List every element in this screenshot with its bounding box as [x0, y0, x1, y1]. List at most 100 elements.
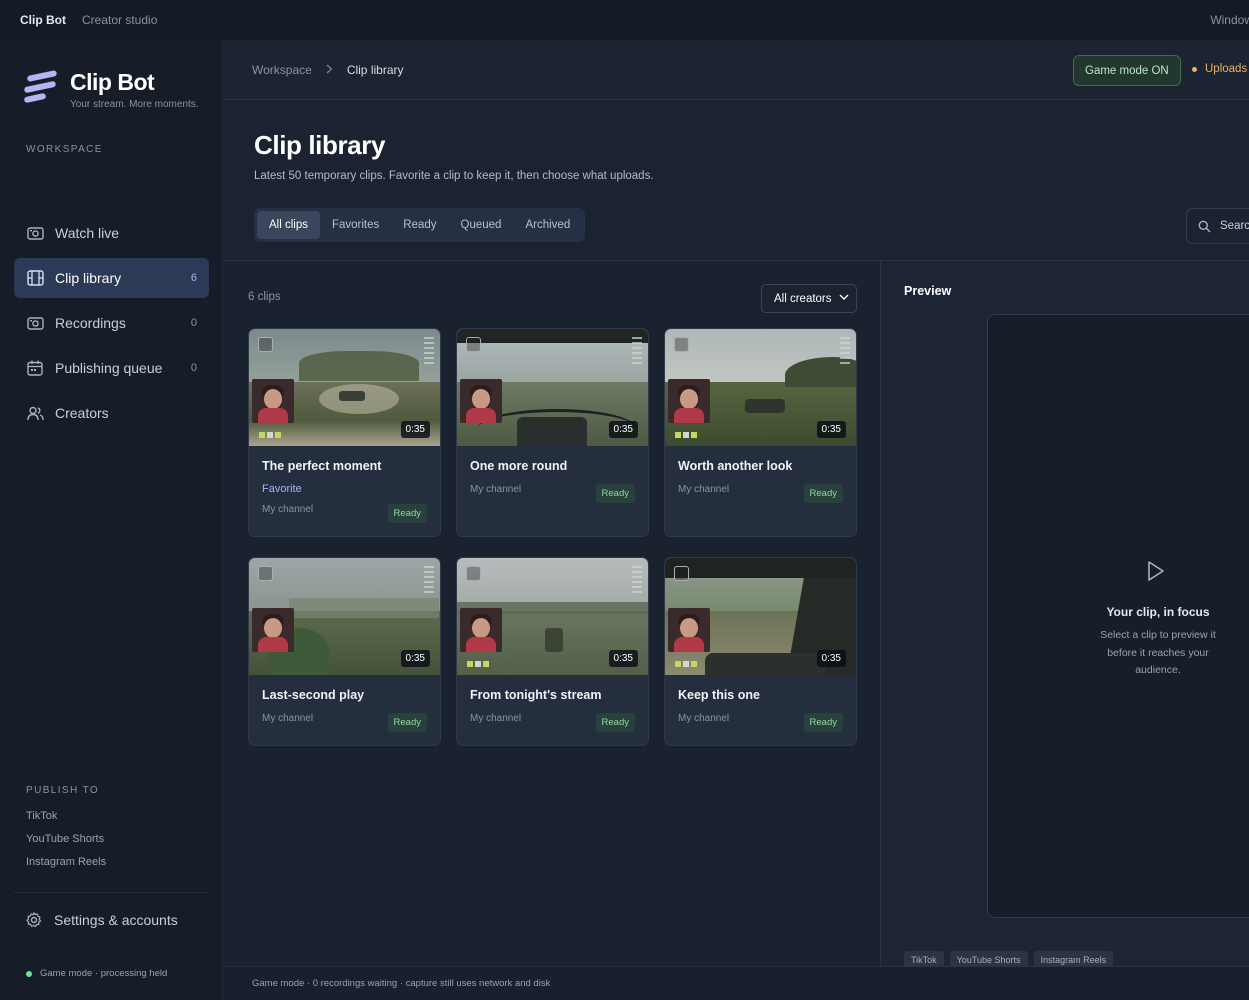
sidebar-item-label: Clip library — [55, 270, 122, 286]
sidebar-item-watch-live[interactable]: Watch live — [14, 213, 209, 253]
clip-duration: 0:35 — [816, 650, 846, 667]
clip-thumbnail[interactable]: 0:35 — [665, 329, 856, 446]
clip-select-checkbox[interactable] — [466, 566, 481, 581]
brand-name: Clip Bot — [70, 69, 155, 95]
page-title: Clip library — [254, 130, 386, 160]
publish-youtube-shorts[interactable]: YouTube Shorts — [26, 833, 106, 856]
search-placeholder: Search — [1220, 220, 1249, 232]
clips-panel: 6 clips All creators 0:35 The perfect mo… — [224, 261, 880, 966]
facecam-overlay — [460, 608, 502, 652]
clip-select-checkbox[interactable] — [258, 337, 273, 352]
publish-section-label: PUBLISH TO — [26, 785, 100, 796]
clip-channel: My channel — [678, 713, 730, 724]
brand: Clip Bot Your stream. More moments. — [23, 69, 199, 110]
clip-channel: My channel — [470, 484, 522, 495]
title-bar: Clip Bot Creator studio Window — [0, 0, 1249, 40]
status-badge: Ready — [387, 504, 427, 523]
clip-duration: 0:35 — [816, 421, 846, 438]
uploads-dot — [1192, 66, 1197, 72]
game-mode-toggle[interactable]: Game mode ON — [1073, 55, 1181, 86]
chevron-right-icon — [326, 63, 333, 77]
sidebar-item-publishing-queue[interactable]: Publishing queue 0 — [14, 348, 209, 388]
sidebar-item-label: Creators — [55, 405, 109, 421]
film-icon — [26, 269, 44, 287]
tab-favorites[interactable]: Favorites — [320, 211, 391, 239]
creator-filter-select[interactable]: All creators — [761, 284, 857, 313]
clip-select-checkbox[interactable] — [466, 337, 481, 352]
status-badge: Ready — [803, 713, 843, 732]
clip-duration: 0:35 — [400, 650, 430, 667]
sidebar: Clip Bot Your stream. More moments. WORK… — [0, 40, 223, 1000]
titlebar-subtitle: Creator studio — [82, 13, 158, 27]
clip-select-checkbox[interactable] — [674, 337, 689, 352]
sidebar-item-clip-library[interactable]: Clip library 6 — [14, 258, 209, 298]
status-badge: Ready — [803, 484, 843, 503]
clip-thumbnail[interactable]: 0:35 — [457, 329, 648, 446]
clip-card[interactable]: 0:35 Worth another look My channel Ready — [664, 328, 857, 537]
sidebar-item-label: Publishing queue — [55, 360, 163, 376]
sidebar-item-label: Recordings — [55, 315, 126, 331]
sidebar-item-count: 0 — [190, 317, 197, 329]
breadcrumb: Workspace Clip library — [252, 63, 404, 77]
calendar-icon — [26, 359, 44, 377]
top-header: Workspace Clip library Game mode ON Uplo… — [224, 40, 1249, 100]
clip-channel: My channel — [262, 713, 314, 724]
sidebar-nav: Watch live Clip library 6 Recordings 0 P… — [14, 213, 209, 438]
clip-card[interactable]: 0:35 Keep this one My channel Ready — [664, 557, 857, 746]
tab-ready[interactable]: Ready — [391, 211, 448, 239]
clip-title: Worth another look — [678, 459, 793, 473]
tab-all-clips[interactable]: All clips — [257, 211, 320, 239]
clip-select-checkbox[interactable] — [258, 566, 273, 581]
sidebar-item-count: 6 — [190, 272, 197, 284]
clip-filter-tabs: All clips Favorites Ready Queued Archive… — [254, 208, 586, 242]
sidebar-item-creators[interactable]: Creators — [14, 393, 209, 433]
sidebar-item-recordings[interactable]: Recordings 0 — [14, 303, 209, 343]
status-badge: Ready — [595, 713, 635, 732]
facecam-overlay — [252, 379, 294, 423]
tab-archived[interactable]: Archived — [513, 211, 582, 239]
clip-title: One more round — [470, 459, 568, 473]
page-subtitle: Latest 50 temporary clips. Favorite a cl… — [254, 170, 654, 182]
preview-panel: Preview Your clip, in focus Select a cli… — [880, 261, 1249, 973]
clip-channel: My channel — [262, 504, 314, 515]
clip-thumbnail[interactable]: 0:35 — [665, 558, 856, 675]
clip-thumbnail[interactable]: 0:35 — [457, 558, 648, 675]
clip-channel: My channel — [470, 713, 522, 724]
clip-card[interactable]: 0:35 The perfect moment Favorite My chan… — [248, 328, 441, 537]
clip-title: Last-second play — [262, 688, 365, 702]
clip-select-checkbox[interactable] — [674, 566, 689, 581]
play-icon[interactable] — [1146, 560, 1166, 582]
publish-tiktok[interactable]: TikTok — [26, 810, 106, 833]
clip-thumbnail[interactable]: 0:35 — [249, 558, 440, 675]
users-icon — [26, 404, 44, 422]
preview-player[interactable]: Your clip, in focus Select a clip to pre… — [987, 314, 1249, 918]
breadcrumb-clip-library: Clip library — [346, 63, 404, 77]
titlebar-window-menu[interactable]: Window — [1210, 13, 1249, 27]
clip-card[interactable]: 0:35 From tonight's stream My channel Re… — [456, 557, 649, 746]
status-badge: Ready — [387, 713, 427, 732]
sidebar-divider — [14, 892, 209, 893]
clip-title: The perfect moment — [262, 459, 382, 473]
uploads-indicator[interactable]: Uploads — [1192, 63, 1247, 75]
settings-label: Settings & accounts — [54, 912, 178, 928]
publish-instagram-reels[interactable]: Instagram Reels — [26, 856, 106, 879]
uploads-label: Uploads — [1205, 63, 1248, 75]
favorite-label[interactable]: Favorite — [262, 483, 427, 495]
clip-thumbnail[interactable]: 0:35 — [249, 329, 440, 446]
tab-queued[interactable]: Queued — [449, 211, 514, 239]
search-input[interactable]: Search — [1186, 208, 1249, 244]
status-dot — [26, 970, 32, 977]
clip-card[interactable]: 0:35 Last-second play My channel Ready — [248, 557, 441, 746]
settings-accounts-button[interactable]: Settings & accounts — [26, 912, 178, 928]
breadcrumb-workspace[interactable]: Workspace — [252, 63, 312, 77]
logo-icon — [23, 69, 58, 104]
camera-icon — [26, 224, 44, 242]
chevron-down-icon — [839, 294, 849, 301]
preview-title: Preview — [904, 284, 952, 298]
clip-card[interactable]: 0:35 One more round My channel Ready — [456, 328, 649, 537]
workspace-section-label: WORKSPACE — [26, 144, 103, 155]
gear-icon — [26, 912, 42, 928]
clip-duration: 0:35 — [608, 421, 638, 438]
facecam-overlay — [252, 608, 294, 652]
clip-duration: 0:35 — [400, 421, 430, 438]
